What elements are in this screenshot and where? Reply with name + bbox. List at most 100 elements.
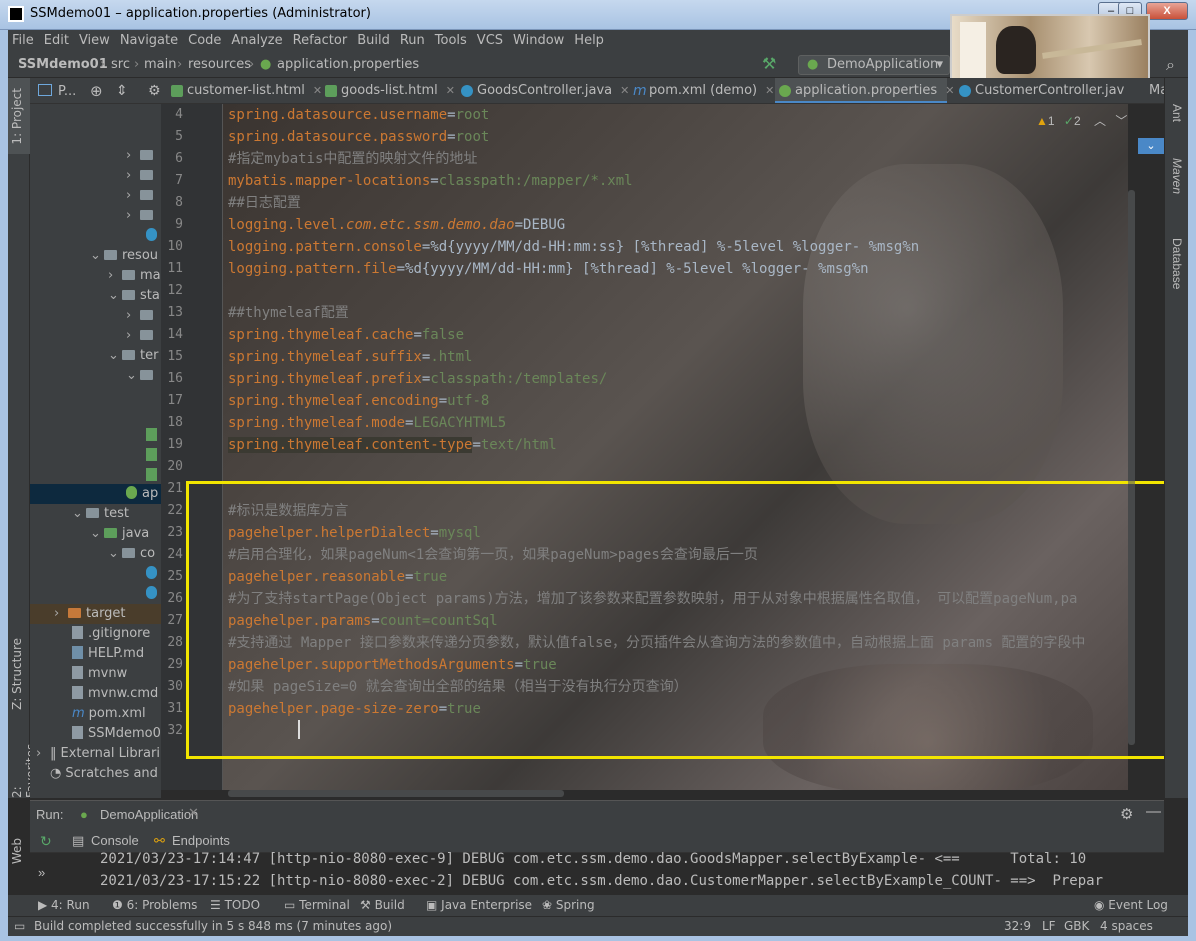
tab-customer-controller[interactable]: CustomerController.jav xyxy=(955,78,1124,103)
tree-item-target[interactable]: › target xyxy=(30,604,161,624)
todo-tool-button[interactable]: ☰ TODO xyxy=(210,898,260,912)
inspection-widget[interactable]: ▲1 ✓2 ︿ ﹀ xyxy=(1036,112,1127,129)
database-tool-tab[interactable]: Database xyxy=(1170,238,1184,289)
menu-vcs[interactable]: VCS xyxy=(473,30,509,52)
locate-icon[interactable]: ⊕ xyxy=(90,82,103,100)
code-line: spring.thymeleaf.mode=LEGACYHTML5 xyxy=(228,415,507,431)
tab-console[interactable]: Console xyxy=(91,833,139,848)
class-file-icon[interactable] xyxy=(146,226,161,246)
tab-application-properties[interactable]: application.properties ✕ xyxy=(775,78,954,103)
line-number: 21 xyxy=(167,481,183,496)
tab-goods-list[interactable]: goods-list.html ✕ xyxy=(321,78,455,103)
tree-item-test[interactable]: ⌄ test xyxy=(72,504,129,524)
menu-file[interactable]: File xyxy=(8,30,40,52)
class-file-icon[interactable] xyxy=(146,564,161,584)
tree-item-java[interactable]: ⌄ java xyxy=(90,524,149,544)
menu-edit[interactable]: Edit xyxy=(40,30,75,52)
run-config-tab[interactable]: DemoApplication xyxy=(100,807,198,822)
tree-folder[interactable]: › xyxy=(126,206,158,226)
menu-view[interactable]: View xyxy=(75,30,116,52)
problems-tool-button[interactable]: ❶ 6: Problems xyxy=(112,898,197,912)
menu-window[interactable]: Window xyxy=(509,30,570,52)
tree-item-iml[interactable]: SSMdemo01 xyxy=(72,724,161,744)
tree-item-help-md[interactable]: HELP.md xyxy=(72,644,144,664)
run-tool-button[interactable]: ▶ 4: Run xyxy=(38,898,90,912)
tab-endpoints[interactable]: Endpoints xyxy=(172,833,230,848)
tab-goods-controller[interactable]: GoodsController.java ✕ xyxy=(457,78,629,103)
project-tool-tab[interactable]: 1: Project xyxy=(10,88,24,145)
tree-item-mvnw[interactable]: mvnw xyxy=(72,664,127,684)
java-enterprise-icon: ▣ xyxy=(426,898,442,912)
chevron-down-icon[interactable]: ⌄ xyxy=(1138,138,1164,154)
tree-folder[interactable]: › xyxy=(126,306,158,326)
collapse-all-icon[interactable]: ⇕ xyxy=(116,82,128,99)
editor-scrollbar[interactable] xyxy=(1128,190,1135,745)
spring-tool-button[interactable]: ❀ Spring xyxy=(542,898,595,912)
rerun-icon[interactable]: ↻ xyxy=(40,833,52,850)
menu-build[interactable]: Build xyxy=(353,30,396,52)
run-configuration-select[interactable]: ● DemoApplication ▾ xyxy=(798,55,950,75)
html-file-icon[interactable] xyxy=(146,466,161,486)
tree-item-application-properties[interactable]: ap xyxy=(30,484,161,504)
gear-icon[interactable]: ⚙ xyxy=(148,82,161,99)
tree-folder[interactable]: › xyxy=(126,186,158,206)
tree-item-com[interactable]: ⌄ co xyxy=(108,544,155,564)
breadcrumb-file[interactable]: application.properties xyxy=(277,57,419,72)
tree-item-gitignore[interactable]: .gitignore xyxy=(72,624,150,644)
expand-icon[interactable]: » xyxy=(38,865,45,880)
tree-item-mapper[interactable]: › ma xyxy=(108,266,161,286)
tree-item-scratches[interactable]: ◔ Scratches and C xyxy=(50,764,161,784)
tree-folder[interactable]: › xyxy=(126,326,158,346)
event-log-button[interactable]: ◉ Event Log xyxy=(1094,898,1168,912)
close-button[interactable]: X xyxy=(1146,2,1188,20)
menu-analyze[interactable]: Analyze xyxy=(227,30,288,52)
tree-folder[interactable]: › xyxy=(126,146,158,166)
web-tool-tab[interactable]: Web xyxy=(10,838,24,864)
menu-code[interactable]: Code xyxy=(184,30,227,52)
tree-item-templates[interactable]: ⌄ ter xyxy=(108,346,158,366)
minimize-panel-icon[interactable]: — xyxy=(1146,803,1161,820)
build-hammer-icon[interactable]: ⚒ xyxy=(762,54,776,73)
tree-item-pom-xml[interactable]: m pom.xml xyxy=(72,704,146,724)
status-toggle-icon[interactable]: ▭ xyxy=(14,919,25,933)
breadcrumb-main[interactable]: main xyxy=(144,57,176,72)
maven-tool-tab[interactable]: Maven xyxy=(1170,158,1184,194)
code-comment: #启用合理化，如果pageNum<1会查询第一页，如果pageNum>pages… xyxy=(228,547,758,563)
tree-folder[interactable]: › xyxy=(126,166,158,186)
file-encoding[interactable]: GBK xyxy=(1064,919,1089,933)
html-file-icon[interactable] xyxy=(146,446,161,466)
menu-refactor[interactable]: Refactor xyxy=(289,30,354,52)
menu-navigate[interactable]: Navigate xyxy=(116,30,184,52)
breadcrumb-resources[interactable]: resources xyxy=(188,57,251,72)
menu-run[interactable]: Run xyxy=(396,30,431,52)
search-icon[interactable]: ⌕ xyxy=(1166,55,1175,75)
library-icon: ‖ xyxy=(50,746,57,761)
class-file-icon[interactable] xyxy=(146,584,161,604)
tab-pom-xml[interactable]: m pom.xml (demo) ✕ xyxy=(629,78,774,103)
html-file-icon[interactable] xyxy=(146,426,161,446)
caret-position[interactable]: 32:9 xyxy=(1004,919,1031,933)
menu-tools[interactable]: Tools xyxy=(431,30,473,52)
ant-tool-tab[interactable]: Ant xyxy=(1170,104,1184,122)
tab-maven[interactable]: Mav xyxy=(1129,78,1164,103)
window-title: SSMdemo01 – application.properties (Admi… xyxy=(30,6,371,21)
tree-item-static[interactable]: ⌄ sta xyxy=(108,286,160,306)
menu-help[interactable]: Help xyxy=(570,30,610,52)
tree-item-resources[interactable]: ⌄ resou xyxy=(90,246,158,266)
tree-item-external-libraries[interactable]: › ‖ External Librari xyxy=(36,744,160,764)
gear-icon[interactable]: ⚙ xyxy=(1120,805,1133,823)
tab-customer-list[interactable]: customer-list.html ✕ xyxy=(167,78,322,103)
java-enterprise-tool-button[interactable]: ▣ Java Enterprise xyxy=(426,898,532,912)
tree-folder[interactable]: ⌄ xyxy=(126,366,158,386)
project-view-select[interactable]: P... xyxy=(58,84,76,99)
tree-item-mvnw-cmd[interactable]: mvnw.cmd xyxy=(72,684,158,704)
breadcrumb-src[interactable]: src xyxy=(111,57,130,72)
line-separator[interactable]: LF xyxy=(1042,919,1056,933)
build-tool-button[interactable]: ⚒ Build xyxy=(360,898,405,912)
terminal-tool-button[interactable]: ▭ Terminal xyxy=(284,898,350,912)
breadcrumb-project[interactable]: SSMdemo01 xyxy=(18,57,108,72)
editor-hscrollbar[interactable] xyxy=(228,790,564,797)
indent-setting[interactable]: 4 spaces xyxy=(1100,919,1153,933)
structure-tool-tab[interactable]: Z: Structure xyxy=(10,638,24,710)
close-tab-icon[interactable]: ✕ xyxy=(188,805,199,821)
